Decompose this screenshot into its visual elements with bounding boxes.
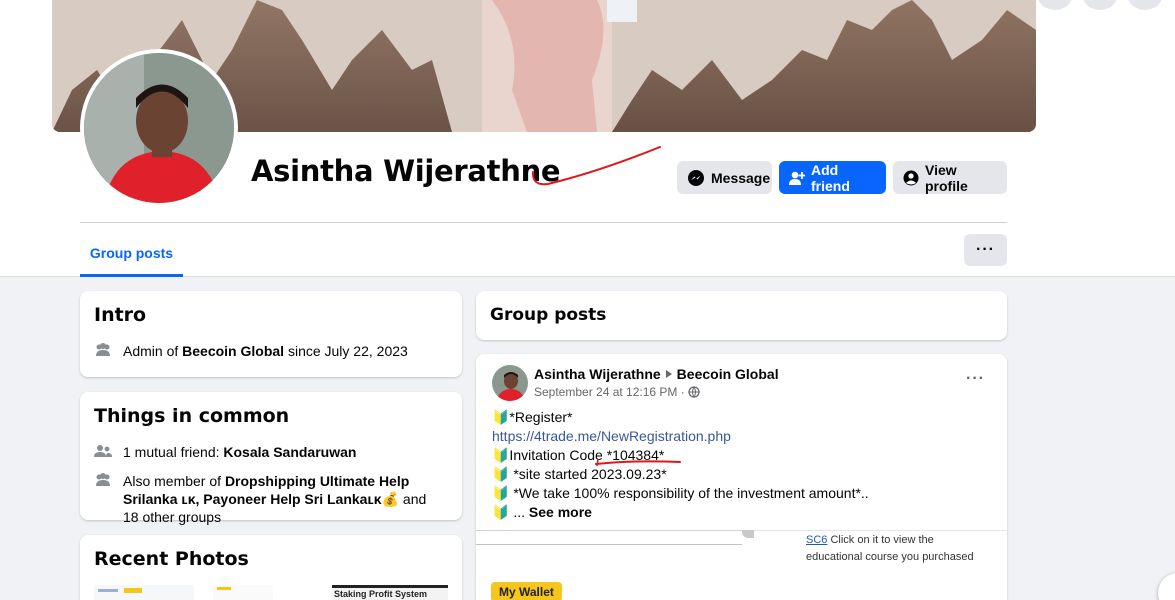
message-button[interactable]: Message	[677, 161, 772, 194]
user-circle-icon	[903, 170, 919, 185]
group-posts-header-card: Group posts	[476, 291, 1007, 340]
admin-prefix: Admin of	[123, 343, 183, 359]
post-timestamp[interactable]: September 24 at 12:16 PM ·	[534, 385, 685, 399]
common-title: Things in common	[94, 405, 290, 427]
post-author-avatar[interactable]	[492, 365, 528, 401]
my-wallet-badge: My Wallet	[491, 582, 562, 600]
intro-card: Intro Admin of Beecoin Global since July…	[80, 291, 462, 377]
view-profile-label: View profile	[925, 161, 968, 194]
red-annotation-underline	[595, 458, 681, 467]
message-label: Message	[711, 169, 771, 186]
course-caption: SC6 Click on it to view the educational …	[806, 532, 986, 566]
post-options-icon[interactable]: ···	[966, 370, 985, 388]
mutual-prefix: 1 mutual friend:	[123, 444, 224, 460]
friends-icon	[94, 445, 112, 457]
photo-thumb[interactable]: Staking Profit System	[332, 585, 448, 600]
see-more-link[interactable]: See more	[529, 504, 592, 520]
feed-title: Group posts	[490, 305, 607, 325]
photos-title: Recent Photos	[94, 548, 249, 570]
admin-suffix: since July 22, 2023	[284, 343, 408, 359]
photo-thumb[interactable]	[213, 585, 273, 600]
post-line: 🔰*Register*	[492, 409, 573, 425]
header-divider	[80, 222, 1007, 223]
post-line-ellipsis: 🔰 ...	[492, 504, 529, 520]
view-profile-button[interactable]: View profile	[893, 161, 1007, 194]
course-text: Click on it to view the educational cour…	[806, 534, 974, 563]
intro-title: Intro	[94, 304, 147, 326]
red-annotation-underline	[531, 146, 661, 186]
post-card: Asintha Wijerathne Beecoin Global Septem…	[476, 354, 1007, 600]
profile-name: Asintha Wijerathne	[251, 154, 561, 188]
group-icon	[96, 473, 110, 486]
post-header-line: Asintha Wijerathne Beecoin Global	[534, 366, 779, 382]
add-friend-label: Add friend	[811, 161, 850, 194]
add-friend-icon	[789, 171, 805, 185]
post-line: 🔰 *We take 100% responsibility of the in…	[492, 485, 869, 501]
group-icon	[96, 343, 110, 356]
mutual-friend-row: 1 mutual friend: Kosala Sandaruwan	[94, 443, 356, 461]
post-line: 🔰 *site started 2023.09.23*	[492, 466, 667, 482]
intro-admin-row: Admin of Beecoin Global since July 22, 2…	[94, 342, 408, 360]
shared-groups-row: Also member of Dropshipping Ultimate Hel…	[94, 472, 444, 526]
floating-action-button[interactable]	[1158, 573, 1175, 600]
caret-right-icon	[665, 370, 672, 378]
post-meta: September 24 at 12:16 PM ·	[534, 385, 700, 399]
tab-group-posts[interactable]: Group posts	[80, 232, 183, 277]
globe-icon	[688, 386, 700, 398]
post-group-name[interactable]: Beecoin Global	[677, 366, 779, 382]
photo-thumb[interactable]	[94, 585, 194, 600]
mutual-friend-link[interactable]: Kosala Sandaruwan	[223, 444, 356, 460]
things-in-common-card: Things in common 1 mutual friend: Kosala…	[80, 392, 462, 525]
recent-photos-card: Recent Photos Staking Profit System	[80, 535, 462, 600]
member-prefix: Also member of	[123, 473, 225, 489]
admin-group-link[interactable]: Beecoin Global	[182, 343, 284, 359]
post-line-last: 🔰 ... See more	[492, 503, 869, 522]
post-author-name[interactable]: Asintha Wijerathne	[534, 366, 661, 382]
post-registration-link[interactable]: https://4trade.me/NewRegistration.php	[492, 427, 869, 446]
profile-avatar[interactable]	[80, 49, 238, 207]
messenger-icon	[688, 169, 704, 186]
course-link[interactable]: SC6	[806, 534, 827, 546]
more-options-button[interactable]: ···	[964, 234, 1007, 266]
attachment-line	[476, 544, 742, 545]
add-friend-button[interactable]: Add friend	[779, 161, 886, 194]
